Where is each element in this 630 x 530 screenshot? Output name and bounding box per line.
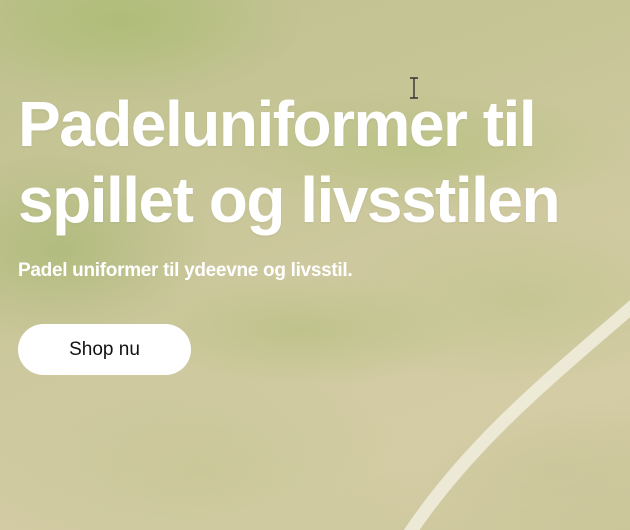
shop-now-button[interactable]: Shop nu [18, 324, 191, 375]
text-cursor-icon [410, 77, 418, 99]
hero-content: Padeluniformer til spillet og livsstilen… [18, 86, 618, 375]
hero-subheadline: Padel uniformer til ydeevne og livsstil. [18, 260, 353, 281]
headline-line-1: Padeluniformer til [18, 88, 537, 160]
headline-line-2: spillet og livsstilen [18, 164, 561, 236]
hero-section: Padeluniformer til spillet og livsstilen… [0, 0, 630, 530]
hero-headline: Padeluniformer til spillet og livsstilen [18, 86, 618, 238]
